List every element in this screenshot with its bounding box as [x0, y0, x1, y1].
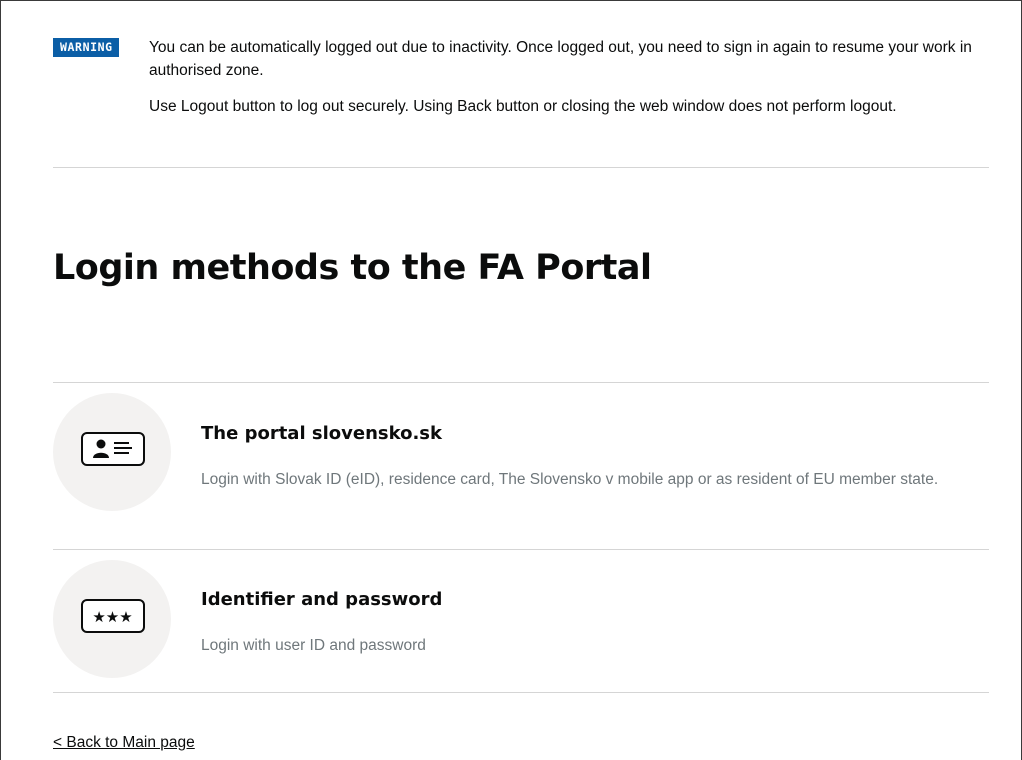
warning-paragraph-logout: Use Logout button to log out securely. U… — [149, 98, 897, 115]
divider — [53, 549, 989, 550]
login-method-slovensko[interactable]: The portal slovensko.sk Login with Slova… — [53, 393, 989, 549]
login-method-description: Login with Slovak ID (eID), residence ca… — [201, 471, 939, 488]
login-method-title[interactable]: Identifier and password — [201, 589, 442, 610]
login-method-title[interactable]: The portal slovensko.sk — [201, 423, 442, 444]
back-to-main-link[interactable]: < Back to Main page — [53, 734, 195, 752]
warning-paragraph-inactivity: You can be automatically logged out due … — [149, 39, 972, 79]
warning-text: You can be automatically logged out due … — [149, 37, 989, 119]
password-icon: ★★★ — [81, 599, 145, 633]
divider — [53, 382, 989, 383]
id-card-icon — [81, 432, 145, 466]
divider — [53, 692, 989, 693]
login-method-description: Login with user ID and password — [201, 637, 426, 654]
password-icon-circle: ★★★ — [53, 560, 171, 678]
warning-badge: WARNING — [53, 38, 119, 57]
divider — [53, 167, 989, 168]
id-card-icon-circle — [53, 393, 171, 511]
svg-text:★★★: ★★★ — [92, 608, 132, 626]
page-title: Login methods to the FA Portal — [53, 248, 652, 288]
login-method-password[interactable]: ★★★ Identifier and password Login with u… — [53, 560, 989, 692]
